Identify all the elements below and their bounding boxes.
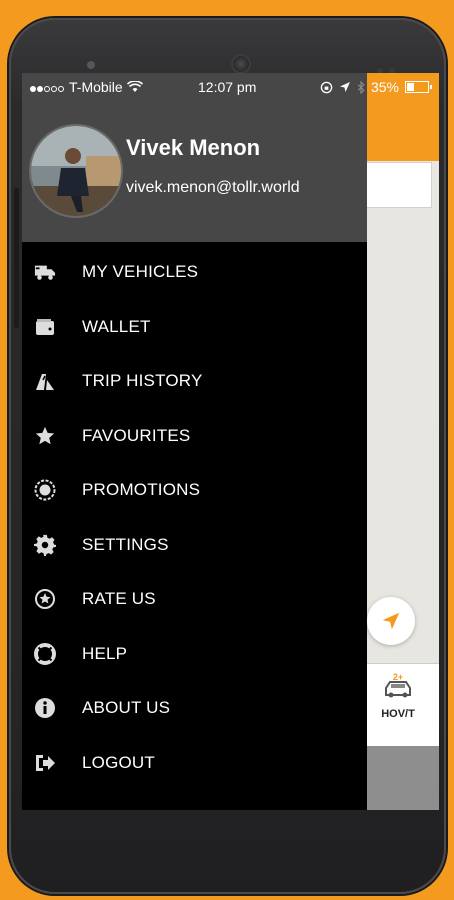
menu-item-label: HELP (82, 643, 128, 663)
car-icon: 2+ (385, 672, 411, 698)
menu-item-label: LOGOUT (82, 752, 155, 772)
menu-item-my-vehicles[interactable]: MY VEHICLES (22, 245, 367, 300)
proximity-sensors (377, 61, 405, 74)
bluetooth-icon (357, 80, 365, 94)
menu-item-label: WALLET (82, 316, 151, 336)
avatar[interactable] (29, 124, 123, 218)
user-name: Vivek Menon (126, 135, 261, 160)
menu-item-logout[interactable]: LOGOUT (22, 736, 367, 791)
rotation-lock-icon (320, 81, 333, 93)
menu-item-promotions[interactable]: PROMOTIONS (22, 463, 367, 518)
badge-icon (34, 479, 56, 501)
wifi-icon (126, 81, 143, 92)
gear-icon (34, 534, 56, 556)
star-circle-icon (34, 588, 56, 610)
menu-item-wallet[interactable]: WALLET (22, 300, 367, 355)
menu-item-trip-history[interactable]: TRIP HISTORY (22, 354, 367, 409)
hov-label: HOV/T (381, 708, 415, 720)
menu-item-label: TRIP HISTORY (82, 371, 203, 391)
menu-item-label: ABOUT US (82, 698, 171, 718)
screen: 2+ HOV/T Vivek Menon vivek.menon@tollr.w… (22, 73, 439, 810)
hov-badge: 2+ (393, 672, 403, 682)
user-email: vivek.menon@tollr.world (126, 179, 300, 196)
phone-chin (22, 810, 439, 870)
truck-icon (34, 261, 56, 283)
menu-item-label: FAVOURITES (82, 425, 191, 445)
menu-item-rate-us[interactable]: RATE US (22, 572, 367, 627)
side-button (14, 188, 19, 328)
lane-option-hov[interactable]: 2+ HOV/T (372, 671, 424, 720)
earpiece-speaker (231, 54, 251, 74)
drawer-menu: MY VEHICLES WALLET TRIP HISTORY FAVOURIT… (22, 245, 367, 790)
location-arrow-icon (339, 82, 350, 92)
menu-item-label: RATE US (82, 589, 156, 609)
star-icon (34, 425, 56, 447)
status-time: 12:07 pm (198, 79, 257, 95)
front-camera (87, 61, 95, 69)
lifebuoy-icon (34, 642, 56, 665)
road-icon (34, 370, 56, 392)
locate-button[interactable] (367, 597, 415, 645)
battery-icon (405, 81, 432, 93)
carrier-name: T-Mobile (69, 79, 123, 95)
menu-item-label: PROMOTIONS (82, 480, 201, 500)
menu-item-label: MY VEHICLES (82, 262, 199, 282)
signal-strength-icon (30, 79, 65, 95)
battery-fill (407, 83, 414, 91)
menu-item-about-us[interactable]: ABOUT US (22, 681, 367, 736)
wallet-icon (34, 316, 56, 338)
battery-percent: 35% (370, 79, 399, 95)
info-icon (34, 697, 56, 719)
logout-icon (34, 752, 56, 774)
navigation-drawer: Vivek Menon vivek.menon@tollr.world MY V… (22, 73, 367, 810)
menu-item-help[interactable]: HELP (22, 627, 367, 682)
status-bar: T-Mobile 12:07 pm 35% (22, 73, 439, 101)
user-photo-icon (31, 126, 121, 216)
menu-item-label: SETTINGS (82, 534, 169, 554)
menu-item-favourites[interactable]: FAVOURITES (22, 409, 367, 464)
navigation-arrow-icon (382, 612, 400, 630)
menu-item-settings[interactable]: SETTINGS (22, 518, 367, 573)
